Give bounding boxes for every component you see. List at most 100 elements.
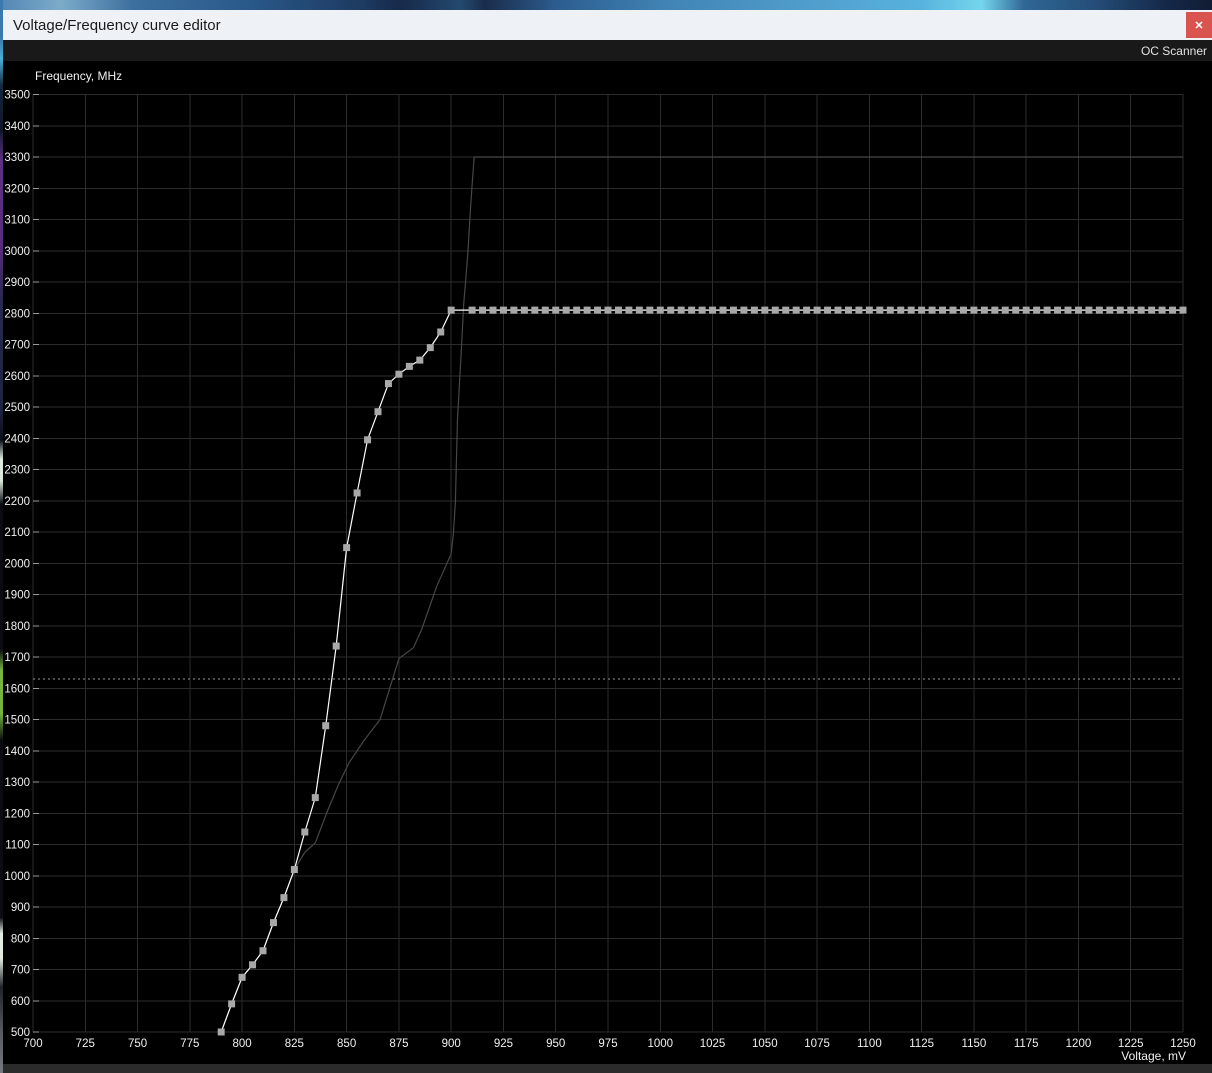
curve-node[interactable] bbox=[416, 356, 424, 364]
curve-node[interactable] bbox=[604, 306, 612, 314]
curve-node[interactable] bbox=[395, 370, 403, 378]
curve-node[interactable] bbox=[939, 306, 947, 314]
curve-node[interactable] bbox=[447, 306, 455, 314]
curve-node[interactable] bbox=[1064, 306, 1072, 314]
curve-node[interactable] bbox=[656, 306, 664, 314]
curve-node[interactable] bbox=[1127, 306, 1135, 314]
curve-node[interactable] bbox=[541, 306, 549, 314]
curve-node[interactable] bbox=[876, 306, 884, 314]
curve-node[interactable] bbox=[635, 306, 643, 314]
curve-node[interactable] bbox=[468, 306, 476, 314]
curve-node[interactable] bbox=[583, 306, 591, 314]
y-tick-label: 1800 bbox=[4, 621, 30, 633]
curve-node[interactable] bbox=[688, 306, 696, 314]
curve-node[interactable] bbox=[897, 306, 905, 314]
curve-node[interactable] bbox=[792, 306, 800, 314]
y-axis-title: Frequency, MHz bbox=[35, 69, 123, 83]
curve-node[interactable] bbox=[573, 306, 581, 314]
curve-node[interactable] bbox=[782, 306, 790, 314]
curve-node[interactable] bbox=[343, 544, 351, 552]
curve-node[interactable] bbox=[1022, 306, 1030, 314]
curve-node[interactable] bbox=[761, 306, 769, 314]
curve-node[interactable] bbox=[405, 362, 413, 370]
curve-node[interactable] bbox=[322, 722, 330, 730]
curve-node[interactable] bbox=[1001, 306, 1009, 314]
curve-node[interactable] bbox=[771, 306, 779, 314]
curve-node[interactable] bbox=[1095, 306, 1103, 314]
curve-node[interactable] bbox=[813, 306, 821, 314]
curve-node[interactable] bbox=[1169, 306, 1177, 314]
curve-node[interactable] bbox=[750, 306, 758, 314]
curve-node[interactable] bbox=[729, 306, 737, 314]
x-tick-label: 700 bbox=[23, 1038, 42, 1050]
curve-node[interactable] bbox=[280, 894, 288, 902]
vf-curve-chart[interactable]: 5006007008009001000110012001300140015001… bbox=[3, 61, 1212, 1064]
curve-node[interactable] bbox=[520, 306, 528, 314]
curve-node[interactable] bbox=[228, 1000, 236, 1008]
curve-node[interactable] bbox=[479, 306, 487, 314]
curve-node[interactable] bbox=[980, 306, 988, 314]
curve-node[interactable] bbox=[991, 306, 999, 314]
curve-node[interactable] bbox=[374, 408, 382, 416]
close-button[interactable]: ✕ bbox=[1186, 12, 1212, 38]
curve-node[interactable] bbox=[803, 306, 811, 314]
curve-node[interactable] bbox=[1074, 306, 1082, 314]
curve-node[interactable] bbox=[719, 306, 727, 314]
curve-node[interactable] bbox=[949, 306, 957, 314]
curve-node[interactable] bbox=[1106, 306, 1114, 314]
curve-node[interactable] bbox=[1116, 306, 1124, 314]
curve-node[interactable] bbox=[1158, 306, 1166, 314]
curve-node[interactable] bbox=[552, 306, 560, 314]
curve-node[interactable] bbox=[886, 306, 894, 314]
curve-node[interactable] bbox=[217, 1028, 225, 1036]
curve-node[interactable] bbox=[1148, 306, 1156, 314]
curve-node[interactable] bbox=[301, 828, 309, 836]
curve-node[interactable] bbox=[959, 306, 967, 314]
curve-node[interactable] bbox=[709, 306, 717, 314]
curve-node[interactable] bbox=[970, 306, 978, 314]
curve-node[interactable] bbox=[259, 947, 267, 955]
curve-node[interactable] bbox=[824, 306, 832, 314]
curve-node[interactable] bbox=[677, 306, 685, 314]
curve-node[interactable] bbox=[562, 306, 570, 314]
curve-node[interactable] bbox=[1085, 306, 1093, 314]
curve-node[interactable] bbox=[364, 436, 372, 444]
curve-node[interactable] bbox=[625, 306, 633, 314]
curve-node[interactable] bbox=[249, 961, 257, 969]
curve-node[interactable] bbox=[384, 380, 392, 388]
curve-node[interactable] bbox=[1012, 306, 1020, 314]
curve-node[interactable] bbox=[844, 306, 852, 314]
curve-node[interactable] bbox=[353, 489, 361, 497]
curve-node[interactable] bbox=[238, 973, 246, 981]
curve-node[interactable] bbox=[698, 306, 706, 314]
curve-node[interactable] bbox=[855, 306, 863, 314]
curve-node[interactable] bbox=[426, 344, 434, 352]
x-tick-label: 1050 bbox=[752, 1038, 778, 1050]
curve-node[interactable] bbox=[531, 306, 539, 314]
curve-node[interactable] bbox=[594, 306, 602, 314]
curve-node[interactable] bbox=[907, 306, 915, 314]
curve-node[interactable] bbox=[290, 866, 298, 873]
curve-node[interactable] bbox=[332, 642, 340, 650]
x-tick-label: 1025 bbox=[700, 1038, 726, 1050]
oc-scanner-button[interactable]: OC Scanner bbox=[1141, 44, 1207, 58]
curve-node[interactable] bbox=[489, 306, 497, 314]
curve-node[interactable] bbox=[614, 306, 622, 314]
curve-node[interactable] bbox=[928, 306, 936, 314]
curve-node[interactable] bbox=[865, 306, 873, 314]
curve-node[interactable] bbox=[1137, 306, 1145, 314]
curve-node[interactable] bbox=[1043, 306, 1051, 314]
curve-node[interactable] bbox=[918, 306, 926, 314]
curve-node[interactable] bbox=[510, 306, 518, 314]
curve-node[interactable] bbox=[269, 919, 277, 927]
curve-node[interactable] bbox=[437, 328, 445, 336]
curve-node[interactable] bbox=[1054, 306, 1062, 314]
curve-node[interactable] bbox=[646, 306, 654, 314]
curve-node[interactable] bbox=[499, 306, 507, 314]
curve-node[interactable] bbox=[1179, 306, 1187, 314]
curve-node[interactable] bbox=[740, 306, 748, 314]
curve-node[interactable] bbox=[834, 306, 842, 314]
curve-node[interactable] bbox=[311, 794, 319, 802]
curve-node[interactable] bbox=[1033, 306, 1041, 314]
curve-node[interactable] bbox=[667, 306, 675, 314]
